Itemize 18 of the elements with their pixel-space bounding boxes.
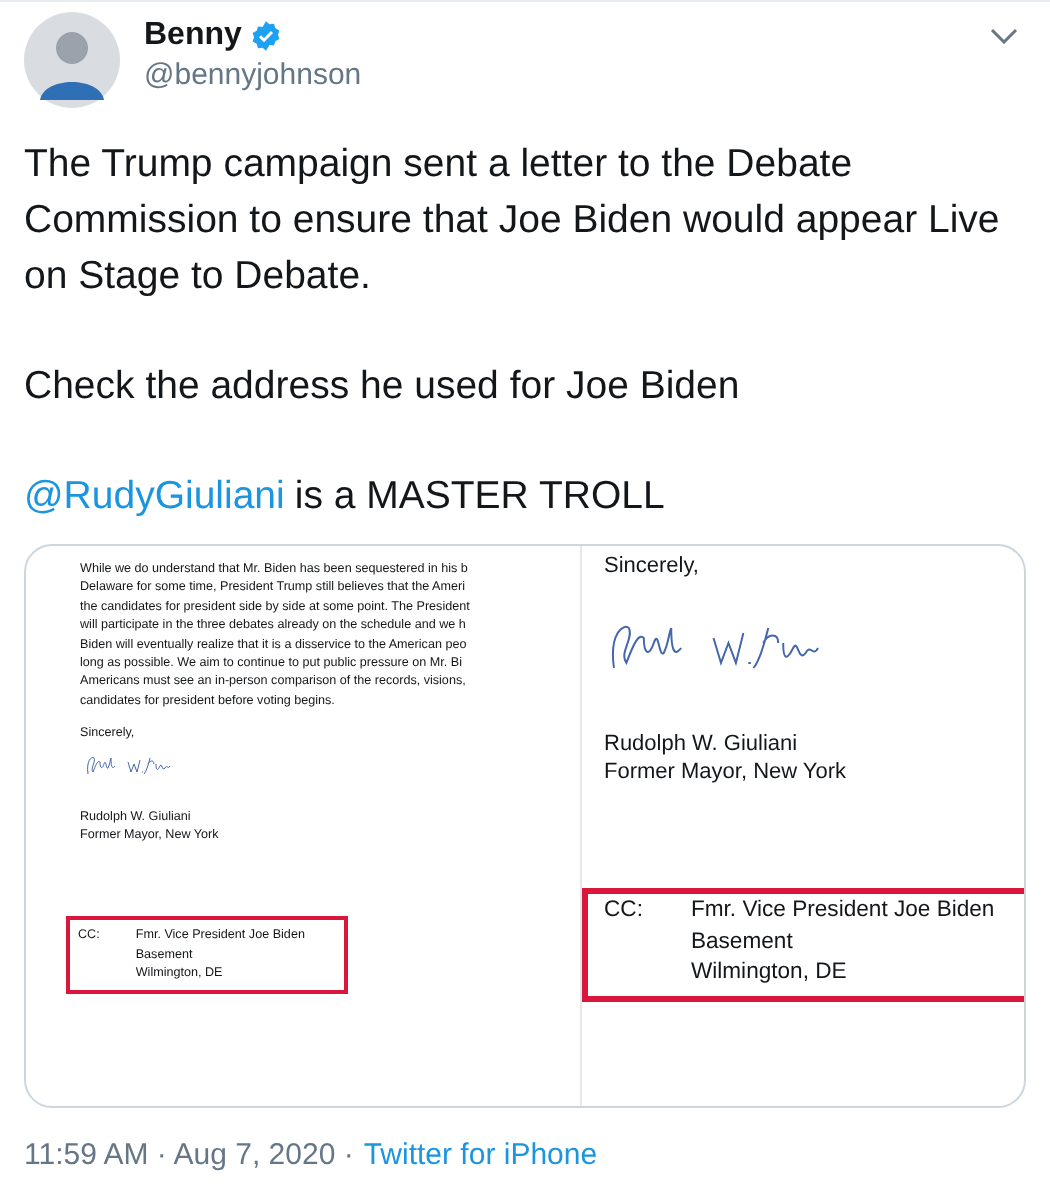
cc-text: Fmr. Vice President Joe Biden [690,896,995,926]
user-handle[interactable]: @bennyjohnson [144,56,362,96]
cc-text: Wilmington, DE [690,958,849,988]
signer-text: Rudolph W. Giuliani [604,730,800,758]
tweet-text: is a MASTER TROLL [294,472,665,522]
timestamp[interactable]: 11:59 AM · Aug 7, 2020 · [24,1136,354,1176]
mention-link[interactable]: @RudyGiuliani [24,468,285,524]
cc-label: CC: [604,896,643,926]
tweet-text: Check the address he used for Joe Biden [24,362,742,412]
display-name[interactable]: Benny [144,16,242,56]
avatar-icon[interactable] [24,12,120,108]
attached-letter-image[interactable] [24,544,1026,1108]
source-link[interactable]: Twitter for iPhone [363,1136,598,1176]
letter-closing: Sincerely, [604,552,699,580]
chevron-down-icon[interactable] [990,28,1018,44]
tweet-text: The Trump campaign sent a letter to the Debate Commission to ensure that Joe Biden would appear Live on Stage to Debate. [24,140,1002,302]
signer-text: Former Mayor, New York [604,758,847,786]
cc-text: Basement [690,927,795,957]
